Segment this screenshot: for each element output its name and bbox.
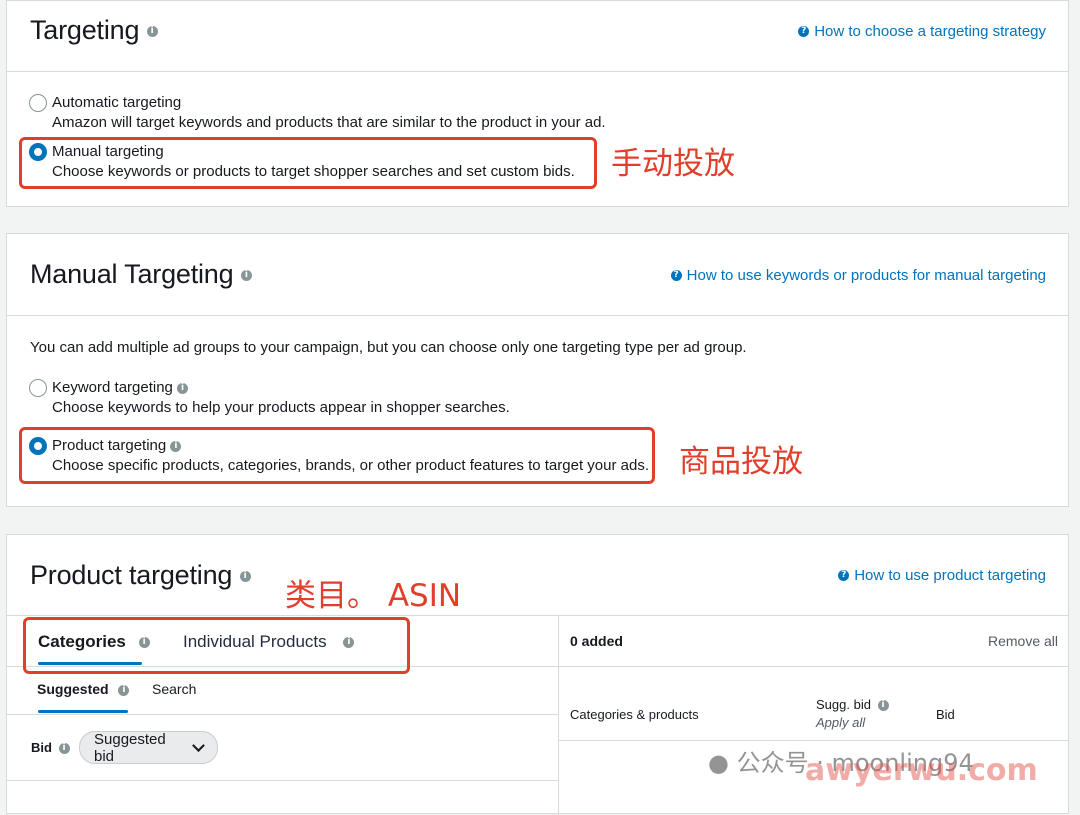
divider [7, 780, 558, 781]
keyword-targeting-label: Keyword targeting [52, 379, 173, 396]
manual-title-wrap: Manual Targeting i [30, 259, 252, 290]
product-help-text[interactable]: How to use product targeting [854, 567, 1046, 584]
info-icon[interactable]: i [239, 571, 251, 583]
info-icon[interactable]: i [58, 743, 70, 755]
keyword-targeting-label-wrap: Keyword targeting i [52, 379, 510, 397]
info-icon[interactable]: i [146, 26, 158, 38]
targeting-title-wrap: Targeting i [30, 15, 158, 46]
suggested-bid-label[interactable]: Suggested bid [94, 731, 186, 765]
col-sugg-bid-label: Sugg. bid [816, 697, 871, 712]
keyword-targeting-option[interactable]: Keyword targeting i Choose keywords to h… [29, 379, 510, 418]
manual-intro: You can add multiple ad groups to your c… [30, 339, 747, 356]
pane-divider [558, 615, 559, 815]
info-icon[interactable]: i [240, 270, 252, 282]
automatic-targeting-option[interactable]: Automatic targeting Amazon will target k… [29, 94, 606, 133]
col-categories-products: Categories & products [570, 707, 699, 722]
bid-label: Bid [31, 740, 52, 755]
annotation-box-product [19, 427, 655, 484]
watermark-site: awyerwu.com [805, 753, 1038, 788]
subtab-search[interactable]: Search [152, 681, 196, 697]
automatic-targeting-desc: Amazon will target keywords and products… [52, 114, 606, 131]
annotation-tabs: 类目。 ASIN [285, 578, 462, 614]
divider [559, 666, 1068, 667]
automatic-targeting-label: Automatic targeting [52, 94, 182, 111]
product-title: Product targeting [30, 560, 233, 590]
annotation-box-tabs [23, 617, 410, 674]
divider [559, 740, 1068, 741]
wechat-icon: ● [708, 749, 729, 777]
col-bid: Bid [936, 707, 955, 722]
help-icon: ? [798, 26, 810, 37]
suggested-bid-dropdown[interactable]: Suggested bid [79, 731, 218, 765]
product-help-link[interactable]: ? How to use product targeting [838, 567, 1046, 584]
chevron-down-icon [192, 739, 205, 752]
subtab-active-indicator [38, 710, 128, 713]
manual-card-header: Manual Targeting i ? How to use keywords… [7, 234, 1068, 316]
bid-label-wrap: Bid i [31, 740, 70, 755]
help-icon: ? [838, 570, 850, 581]
annotation-manual: 手动投放 [611, 146, 735, 182]
manual-help-link[interactable]: ? How to use keywords or products for ma… [670, 267, 1046, 284]
product-title-wrap: Product targeting i [30, 560, 251, 591]
col-sugg-bid: Sugg. bid i Apply all [816, 697, 889, 730]
subtab-suggested-label[interactable]: Suggested [37, 681, 109, 697]
annotation-product: 商品投放 [679, 444, 803, 480]
remove-all-button[interactable]: Remove all [988, 633, 1058, 649]
apply-all-link[interactable]: Apply all [816, 715, 889, 730]
targeting-help-link[interactable]: ? How to choose a targeting strategy [798, 23, 1046, 40]
help-icon: ? [670, 270, 682, 281]
targeting-title: Targeting [30, 15, 140, 45]
manual-help-text[interactable]: How to use keywords or products for manu… [687, 267, 1046, 284]
targeting-card-header: Targeting i ? How to choose a targeting … [7, 1, 1068, 72]
info-icon[interactable]: i [877, 700, 889, 712]
keyword-targeting-radio[interactable] [29, 379, 47, 397]
subtab-suggested[interactable]: Suggested i [37, 681, 130, 697]
divider [7, 615, 1068, 616]
automatic-targeting-radio[interactable] [29, 94, 47, 112]
targeting-help-text[interactable]: How to choose a targeting strategy [814, 23, 1046, 40]
added-count: 0 added [570, 633, 623, 649]
info-icon[interactable]: i [118, 684, 130, 696]
manual-title: Manual Targeting [30, 259, 234, 289]
divider [7, 714, 558, 715]
keyword-targeting-desc: Choose keywords to help your products ap… [52, 399, 510, 416]
info-icon[interactable]: i [177, 382, 189, 394]
annotation-box-manual [19, 137, 597, 189]
